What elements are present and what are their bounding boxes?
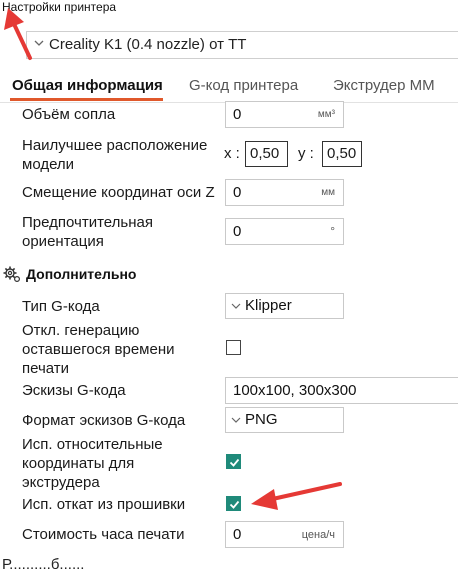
annotation-arrow-icon <box>251 482 342 510</box>
annotation-arrow-icon <box>4 8 32 60</box>
annotation-overlay <box>4 8 342 510</box>
